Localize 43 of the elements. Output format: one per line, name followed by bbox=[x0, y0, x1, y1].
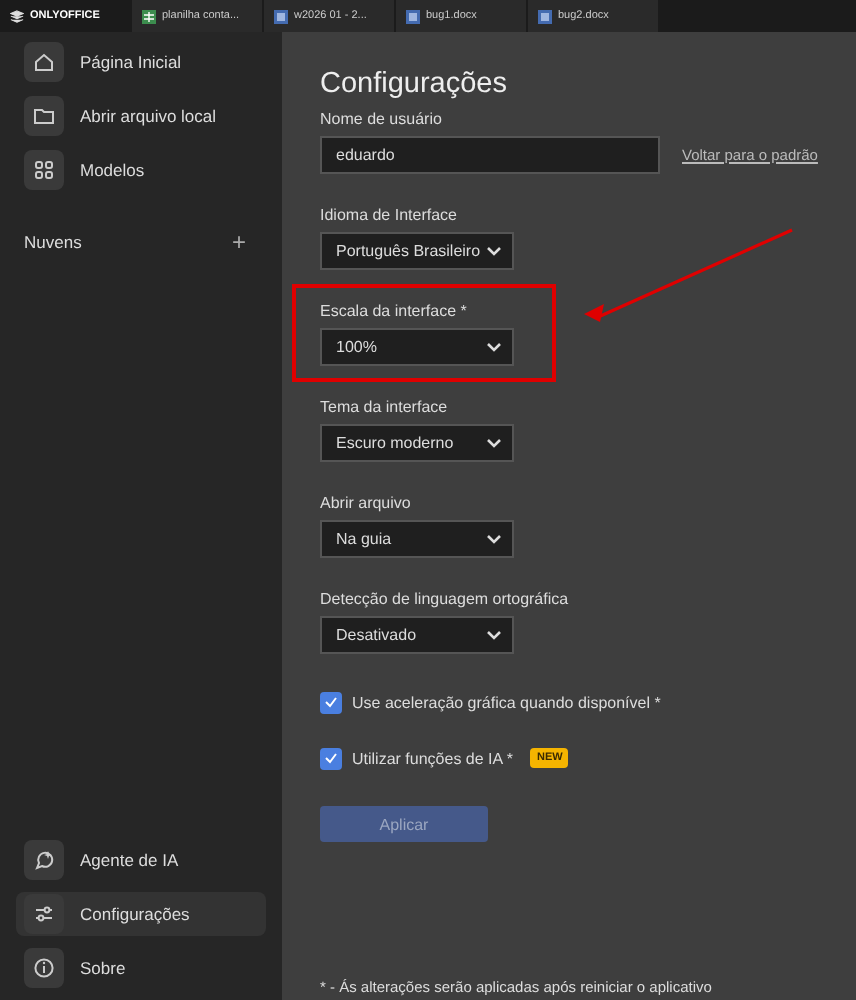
info-icon bbox=[32, 956, 56, 980]
sidebar-item[interactable]: Modelos bbox=[16, 148, 266, 192]
dropdown[interactable]: Desativado bbox=[320, 616, 514, 654]
folder-icon bbox=[32, 104, 56, 128]
chat-sparkle-icon bbox=[32, 848, 56, 872]
section-heading: Nuvens bbox=[24, 232, 82, 252]
chevron-down-icon bbox=[486, 534, 502, 544]
settings-icon bbox=[32, 902, 56, 926]
document-icon bbox=[406, 9, 420, 23]
field-label: Nome de usuário bbox=[320, 110, 444, 130]
document-icon bbox=[274, 9, 288, 23]
check-icon bbox=[324, 752, 338, 764]
chevron-down-icon bbox=[486, 630, 502, 640]
field-label: Abrir arquivo bbox=[320, 494, 413, 514]
dropdown[interactable]: Escuro moderno bbox=[320, 424, 514, 462]
sidebar-item[interactable]: Sobre bbox=[16, 946, 266, 990]
document-icon bbox=[538, 9, 552, 23]
checkbox-label: Utilizar funções de IA * bbox=[352, 749, 513, 767]
field-label: Idioma de Interface bbox=[320, 206, 459, 226]
layers-icon bbox=[10, 9, 24, 23]
sidebar-item[interactable]: Configurações bbox=[16, 892, 266, 936]
sidebar-item[interactable]: Agente de IA bbox=[16, 838, 266, 882]
checkbox[interactable] bbox=[320, 747, 342, 769]
sidebar-item[interactable]: Página Inicial bbox=[16, 40, 266, 84]
home-icon bbox=[32, 50, 56, 74]
chevron-down-icon bbox=[486, 438, 502, 448]
check-icon bbox=[324, 696, 338, 708]
dropdown[interactable]: 100% bbox=[320, 328, 514, 366]
field-label: Detecção de linguagem ortográfica bbox=[320, 590, 571, 610]
input-field[interactable]: eduardo bbox=[320, 136, 660, 174]
grid-icon bbox=[32, 158, 56, 182]
chevron-down-icon bbox=[486, 246, 502, 256]
spreadsheet-icon bbox=[142, 9, 156, 23]
sidebar-item[interactable]: Abrir arquivo local bbox=[16, 94, 266, 138]
add-button[interactable]: + bbox=[231, 228, 258, 256]
field-label: Tema da interface bbox=[320, 398, 450, 418]
dropdown[interactable]: Português Brasileiro bbox=[320, 232, 514, 270]
dropdown[interactable]: Na guia bbox=[320, 520, 514, 558]
checkbox[interactable] bbox=[320, 691, 342, 713]
page-title: Configurações bbox=[320, 68, 509, 100]
checkbox-label: Use aceleração gráfica quando disponível * bbox=[352, 693, 661, 711]
chevron-down-icon bbox=[486, 342, 502, 352]
field-label: Escala da interface * bbox=[320, 302, 469, 322]
